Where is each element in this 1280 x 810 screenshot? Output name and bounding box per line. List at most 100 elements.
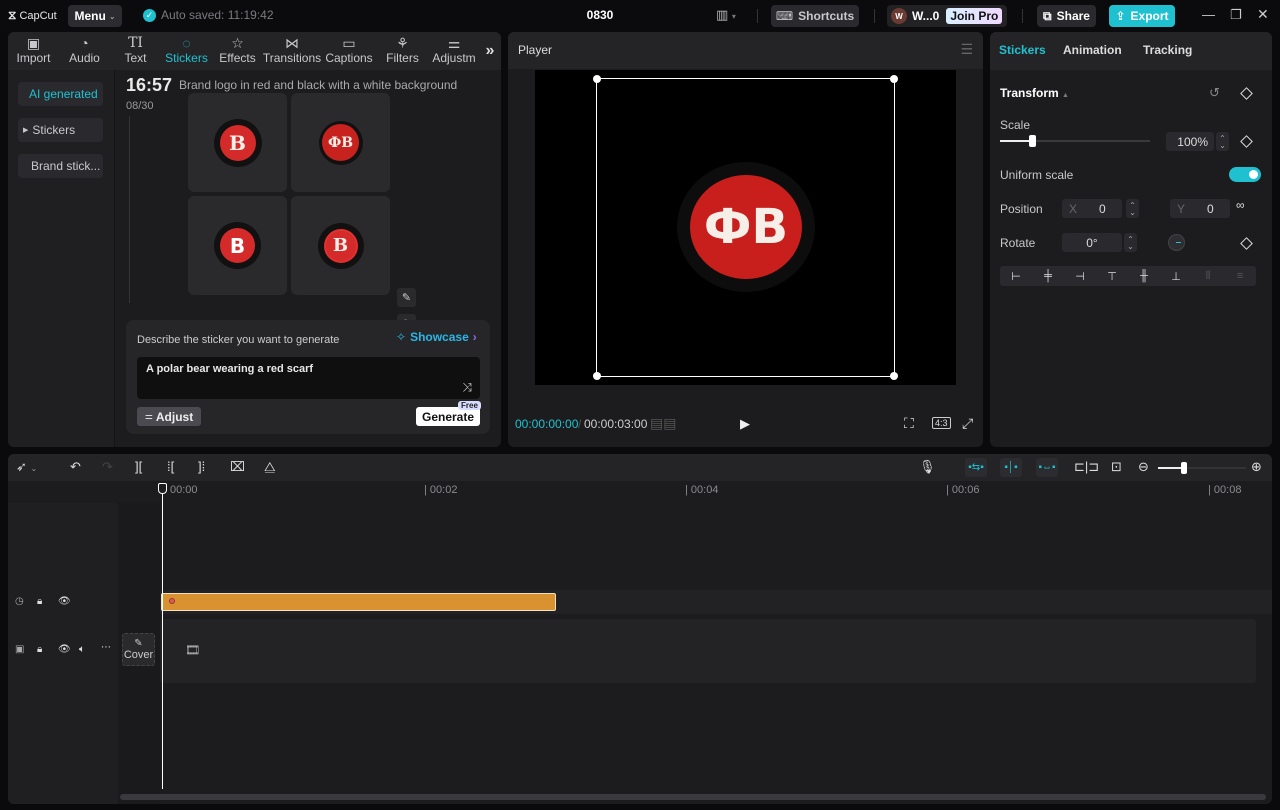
align-right-icon[interactable]: ⊣ — [1064, 270, 1096, 283]
microphone-icon[interactable]: 🎙︎ — [919, 459, 936, 475]
tool-text[interactable]: TI Text — [110, 32, 161, 70]
eye-icon[interactable]: 👁︎ — [58, 596, 71, 607]
tool-audio[interactable]: ◔ Audio — [59, 32, 110, 70]
clock-icon[interactable]: ◷ — [15, 596, 24, 607]
resize-handle[interactable] — [890, 75, 898, 83]
zoom-fit-icon[interactable]: ⛶ — [904, 415, 914, 432]
zoom-in-icon[interactable]: ⊕ — [1251, 459, 1262, 475]
shortcuts-button[interactable]: ⌨ Shortcuts — [771, 5, 859, 27]
lock-icon[interactable]: 🔒︎ — [37, 644, 42, 655]
tool-adjustment[interactable]: ⚌ Adjustm — [428, 32, 480, 70]
prompt-input[interactable]: A polar bear wearing a red scarf ⤨ — [137, 357, 480, 399]
linkage-button[interactable]: ▪⇔▪ — [1036, 458, 1058, 477]
close-button[interactable]: ✕ — [1257, 6, 1269, 23]
scale-input[interactable]: 100% — [1166, 132, 1214, 151]
uniform-scale-toggle[interactable] — [1229, 167, 1261, 182]
keyframe-icon[interactable] — [1240, 87, 1253, 100]
join-pro-button[interactable]: Join Pro — [946, 8, 1003, 24]
tool-stickers[interactable]: ◌ Stickers — [161, 32, 212, 70]
tool-captions[interactable]: ▭ Captions — [321, 32, 377, 70]
tool-transitions[interactable]: ⋈ Transitions — [263, 32, 321, 70]
resize-handle[interactable] — [593, 372, 601, 380]
auto-snap-button[interactable]: ▪│▪ — [1000, 458, 1022, 477]
split-icon[interactable]: ][ — [135, 459, 142, 474]
player-menu-icon[interactable]: ☰ — [960, 41, 973, 58]
split-right-icon[interactable]: ]⁞ — [198, 459, 205, 474]
more-tools-icon[interactable]: » — [480, 32, 500, 70]
lock-icon[interactable]: 🔒︎ — [37, 596, 42, 607]
share-button[interactable]: ⧉ Share — [1037, 5, 1096, 27]
tab-stickers[interactable]: Stickers — [999, 43, 1046, 57]
fullscreen-icon[interactable]: ⤢ — [962, 415, 973, 432]
delete-icon[interactable]: ⌧ — [230, 459, 245, 475]
sidebar-item-brand-stickers[interactable]: Brand stick... — [18, 154, 103, 178]
position-x-stepper[interactable]: ⌃ ⌄ — [1126, 199, 1139, 218]
time-ruler[interactable]: 00:00 | 00:02 | 00:04 | 00:06 | 00:08 — [8, 481, 1272, 503]
more-icon[interactable]: ⋯ — [101, 642, 111, 653]
layout-icon[interactable]: ▥ ▾ — [716, 7, 736, 23]
tool-effects[interactable]: ☆ Effects — [212, 32, 263, 70]
project-title[interactable]: 0830 — [570, 8, 630, 22]
tool-filters[interactable]: ⚘ Filters — [377, 32, 428, 70]
align-left-icon[interactable]: ⊢ — [1000, 270, 1032, 283]
scale-slider[interactable] — [1000, 135, 1150, 147]
position-y-input[interactable]: Y 0 — [1170, 199, 1230, 218]
playhead[interactable] — [158, 483, 167, 789]
showcase-link[interactable]: ✧ Showcase › — [396, 330, 477, 344]
zoom-to-fit-icon[interactable]: ⊡ — [1111, 459, 1122, 475]
tab-animation[interactable]: Animation — [1063, 43, 1122, 57]
shuffle-icon[interactable]: ⤨ — [462, 380, 472, 395]
scale-stepper[interactable]: ⌃ ⌄ — [1216, 132, 1229, 151]
position-x-input[interactable]: X 0 — [1062, 199, 1122, 218]
tool-import[interactable]: ▣ Import — [8, 32, 59, 70]
user-account[interactable]: W W...0 Join Pro — [887, 5, 1007, 27]
rotate-dial[interactable] — [1168, 234, 1185, 251]
cover-button[interactable]: ✎ Cover — [122, 633, 155, 666]
sticker-result[interactable]: B — [291, 196, 390, 295]
align-center-h-icon[interactable]: ╪ — [1032, 270, 1064, 282]
sticker-clip[interactable] — [161, 593, 556, 611]
align-top-icon[interactable]: ⊤ — [1096, 270, 1128, 283]
zoom-out-icon[interactable]: ⊖ — [1138, 459, 1149, 475]
video-canvas[interactable]: ФB — [535, 70, 956, 385]
undo-icon[interactable]: ↶ — [70, 459, 81, 475]
align-bottom-icon[interactable]: ⊥ — [1160, 270, 1192, 283]
sidebar-item-stickers[interactable]: ▶ Stickers — [18, 118, 103, 142]
menu-button[interactable]: Menu ⌄ — [68, 5, 122, 27]
sidebar-item-ai-generated[interactable]: AI generated — [18, 82, 103, 106]
export-button[interactable]: ⇪ Export — [1109, 5, 1175, 27]
transform-section-title[interactable]: Transform ▲ — [1000, 86, 1069, 100]
resize-handle[interactable] — [593, 75, 601, 83]
align-center-v-icon[interactable]: ╫ — [1128, 270, 1160, 282]
resize-handle[interactable] — [890, 372, 898, 380]
waveform-icon[interactable]: ▤▤ — [650, 415, 676, 432]
minimize-button[interactable]: — — [1202, 7, 1215, 22]
scale-slider-thumb[interactable] — [1028, 135, 1036, 147]
selection-box[interactable]: ФB — [593, 75, 898, 380]
audio-icon[interactable]: 🔈︎ — [79, 644, 85, 655]
preview-axis-icon[interactable]: ⊏|⊐ — [1074, 459, 1099, 475]
magnet-link-button[interactable]: ▪⇆▪ — [965, 458, 987, 477]
timeline-zoom-slider[interactable] — [1158, 462, 1246, 474]
playhead-handle[interactable] — [158, 483, 167, 494]
edit-sticker-button[interactable]: ✎ — [397, 288, 416, 307]
mirror-icon[interactable]: ⧋ — [264, 459, 276, 475]
rotate-stepper[interactable]: ⌃ ⌄ — [1124, 233, 1137, 252]
sticker-result[interactable]: ФB — [291, 93, 390, 192]
select-tool-icon[interactable]: ➶ ⌄ — [16, 459, 37, 475]
reset-icon[interactable]: ↺ — [1209, 85, 1220, 101]
keyframe-icon[interactable] — [1240, 135, 1253, 148]
tab-tracking[interactable]: Tracking — [1143, 43, 1192, 57]
aspect-ratio-button[interactable]: 4:3 — [932, 417, 951, 429]
sticker-result[interactable]: B — [188, 196, 287, 295]
split-left-icon[interactable]: ⁞[ — [167, 459, 174, 474]
adjust-button[interactable]: ⚌ Adjust — [137, 407, 201, 426]
play-button[interactable]: ▶ — [740, 416, 750, 432]
sticker-result[interactable]: B — [188, 93, 287, 192]
maximize-button[interactable]: ❐ — [1230, 7, 1242, 23]
zoom-slider-thumb[interactable] — [1181, 462, 1188, 474]
link-keyframe-icon[interactable]: ∞ — [1236, 198, 1245, 212]
keyframe-icon[interactable] — [1240, 237, 1253, 250]
rotate-input[interactable]: 0° — [1062, 233, 1122, 252]
eye-icon[interactable]: 👁︎ — [58, 644, 71, 655]
